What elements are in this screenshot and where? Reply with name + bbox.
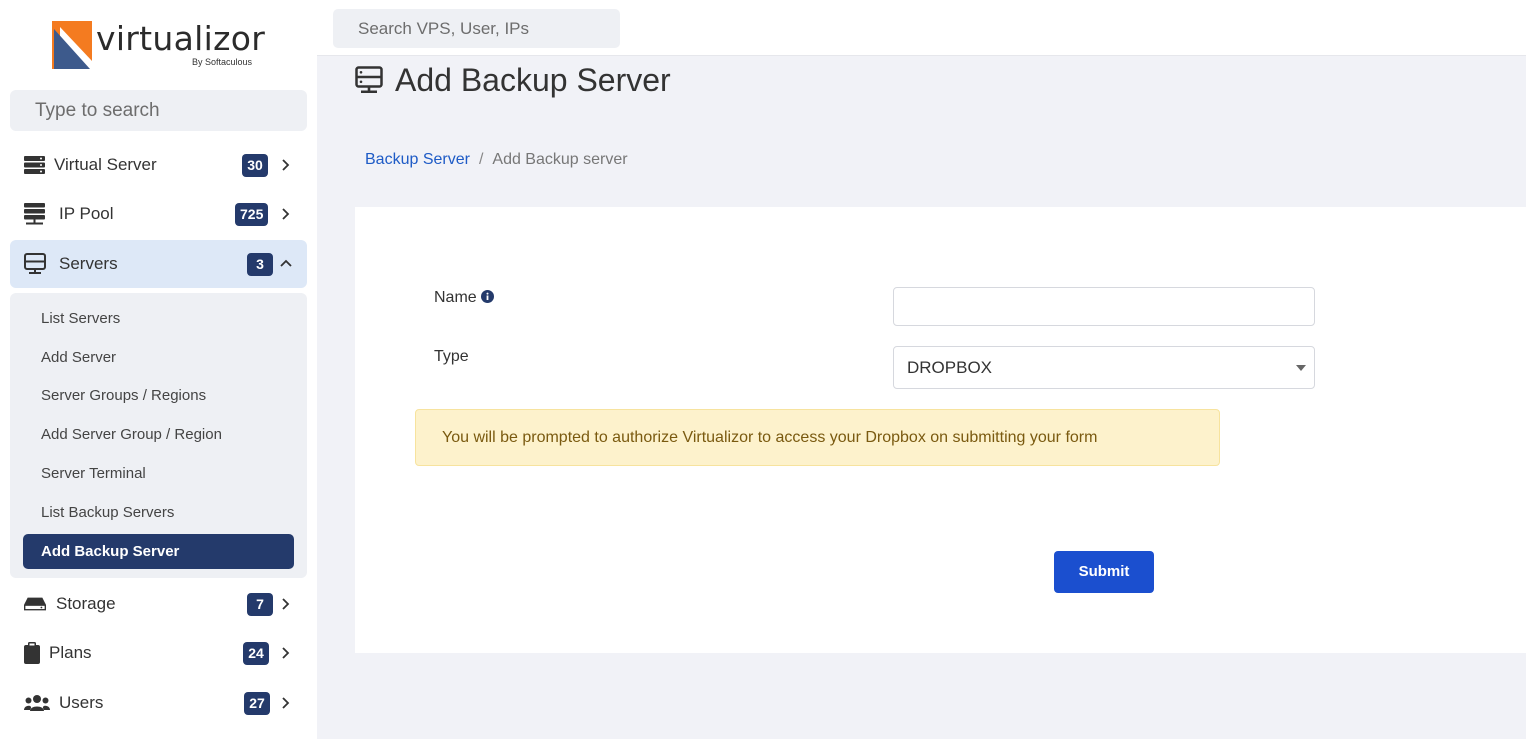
sidebar-item-label: Virtual Server [54,155,157,174]
sidebar-item-label: Users [59,693,104,712]
sidebar-item-storage[interactable]: Storage 7 [10,580,307,628]
chevron-right-icon [282,598,290,610]
monitor-server-icon [24,253,46,274]
clipboard-icon [24,642,40,664]
global-search-input[interactable]: Search VPS, User, IPs [333,9,620,48]
count-badge: 3 [247,253,273,276]
count-badge: 24 [243,642,269,665]
submenu-server-groups[interactable]: Server Groups / Regions [23,378,294,413]
sidebar-item-label: IP Pool [59,204,114,223]
name-label-text: Name [434,289,477,306]
chevron-right-icon [282,647,290,659]
count-badge: 7 [247,593,273,616]
sidebar-search-input[interactable]: Type to search [10,90,307,131]
logo-mark-icon [52,21,92,69]
sidebar-item-servers[interactable]: Servers 3 [10,240,307,288]
submenu-add-backup-server[interactable]: Add Backup Server [23,534,294,569]
type-select[interactable]: DROPBOX [893,346,1315,389]
chevron-right-icon [282,697,290,709]
server-stack-icon [24,156,45,174]
sidebar-item-label: Storage [56,594,116,613]
sidebar-item-plans[interactable]: Plans 24 [10,629,307,677]
top-bar: Search VPS, User, IPs [317,0,1526,56]
users-icon [24,695,50,711]
breadcrumb: Backup Server / Add Backup server [365,150,628,170]
submenu-list-backup-servers[interactable]: List Backup Servers [23,495,294,530]
page-title: Add Backup Server [395,62,671,98]
submit-button[interactable]: Submit [1054,551,1154,593]
servers-submenu: List Servers Add Server Server Groups / … [10,293,307,578]
sidebar: virtualizor By Softaculous Type to searc… [0,0,317,739]
submenu-add-server[interactable]: Add Server [23,340,294,375]
submenu-add-server-group[interactable]: Add Server Group / Region [23,417,294,452]
sidebar-item-ip-pool[interactable]: IP Pool 725 [10,190,307,238]
chevron-up-icon [280,259,292,267]
sidebar-item-label: Plans [49,643,92,662]
breadcrumb-current: Add Backup server [492,151,628,168]
sidebar-item-users[interactable]: Users 27 [10,679,307,727]
submenu-list-servers[interactable]: List Servers [23,301,294,336]
caret-down-icon [1296,365,1306,371]
brand-name: virtualizor [96,19,266,58]
chevron-right-icon [282,159,290,171]
form-card: Name Type DROPBOX You will be prompted t… [355,207,1526,653]
dropbox-alert: You will be prompted to authorize Virtua… [415,409,1220,466]
breadcrumb-link-backup-server[interactable]: Backup Server [365,151,470,168]
count-badge: 27 [244,692,270,715]
breadcrumb-separator: / [478,151,484,168]
brand-logo[interactable]: virtualizor By Softaculous [52,19,272,73]
sidebar-item-label: Servers [59,254,118,273]
ip-pool-icon [24,203,45,225]
type-label: Type [434,348,469,365]
hdd-icon [24,597,46,611]
brand-byline: By Softaculous [192,57,253,67]
type-select-value: DROPBOX [907,358,993,377]
sidebar-item-virtual-server[interactable]: Virtual Server 30 [10,141,307,189]
chevron-right-icon [282,208,290,220]
count-badge: 725 [235,203,269,226]
submenu-server-terminal[interactable]: Server Terminal [23,456,294,491]
info-icon[interactable] [480,290,494,303]
count-badge: 30 [242,154,268,177]
name-input[interactable] [893,287,1315,326]
monitor-server-icon [355,66,383,93]
name-label: Name [434,289,494,307]
